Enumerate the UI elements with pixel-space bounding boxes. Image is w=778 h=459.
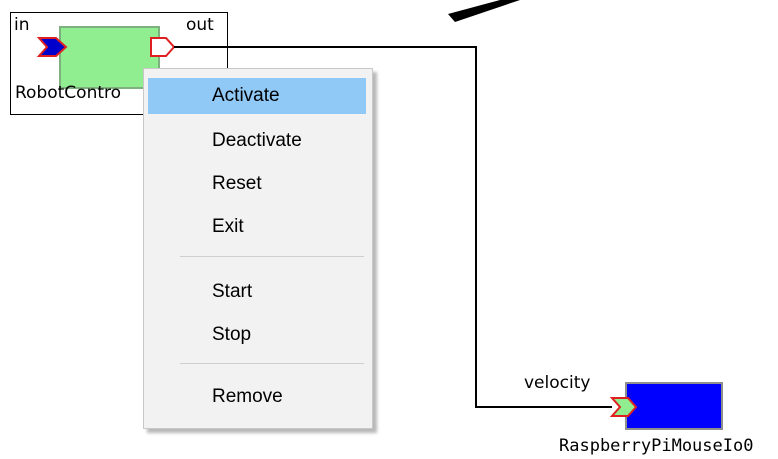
robotcontrol-label: RobotContro <box>15 83 122 103</box>
component-context-menu: Activate Deactivate Reset Exit Start Sto… <box>143 68 373 429</box>
menu-item-activate[interactable]: Activate <box>148 78 366 114</box>
menu-item-exit[interactable]: Exit <box>148 209 366 245</box>
menu-separator <box>180 256 364 257</box>
inport-label: in <box>14 15 30 35</box>
system-diagram-canvas[interactable] <box>0 0 778 459</box>
menu-item-remove[interactable]: Remove <box>148 379 366 415</box>
menu-separator <box>180 363 364 364</box>
raspimouse-label: RaspberryPiMouseIo0 <box>559 436 754 456</box>
menu-item-reset[interactable]: Reset <box>148 166 366 202</box>
raspimouse-body[interactable] <box>625 382 723 430</box>
outport-label: out <box>186 15 214 35</box>
menu-item-stop[interactable]: Stop <box>148 317 366 353</box>
menu-item-start[interactable]: Start <box>148 274 366 310</box>
velocity-port-label: velocity <box>524 373 591 393</box>
robotcontrol-outport-icon[interactable] <box>150 37 176 57</box>
menu-item-deactivate[interactable]: Deactivate <box>148 123 366 159</box>
cursor-fragment-icon <box>448 0 520 22</box>
